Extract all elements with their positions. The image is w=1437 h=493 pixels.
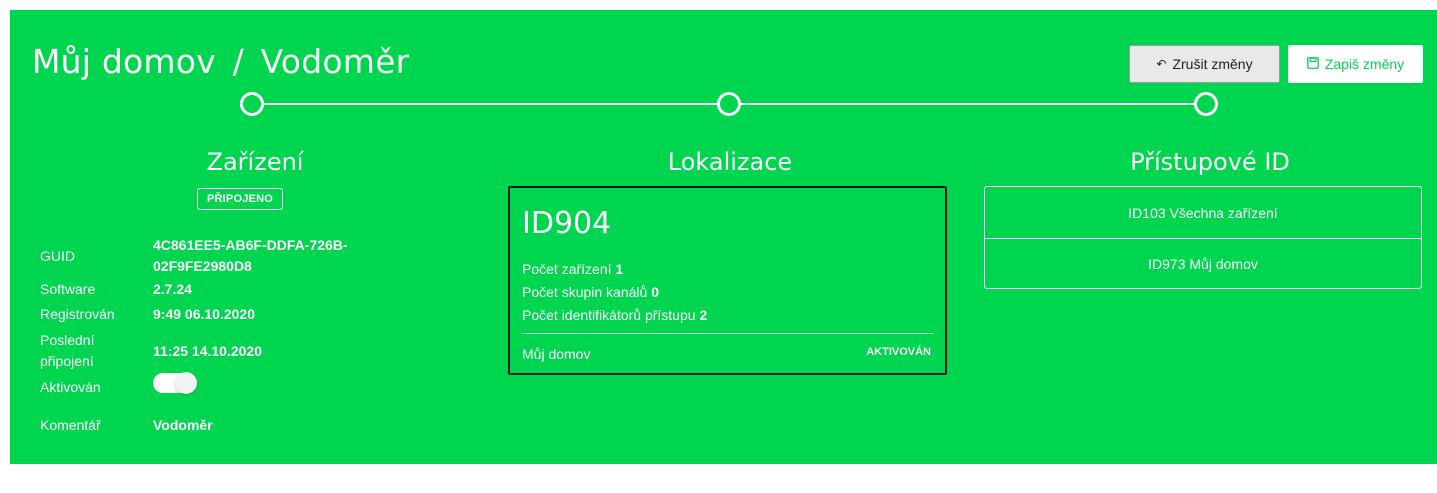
toggle-knob bbox=[175, 371, 197, 394]
step-connector-2 bbox=[741, 103, 1212, 105]
main-panel: Můj domov / Vodoměr ↶ Zrušit změny Zapiš… bbox=[10, 10, 1437, 464]
channel-group-count-label: Počet skupin kanálů bbox=[522, 284, 648, 300]
device-properties: GUID 4C861EE5-AB6F-DDFA-726B-02F9FE2980D… bbox=[40, 235, 393, 445]
comment-label: Komentář bbox=[40, 416, 101, 433]
registered-value: 9:49 06.10.2020 bbox=[153, 306, 255, 322]
step-location-dot[interactable] bbox=[717, 92, 741, 116]
location-title: Lokalizace bbox=[667, 148, 793, 176]
activated-toggle[interactable] bbox=[153, 371, 197, 394]
location-card[interactable]: ID904 Počet zařízení 1 Počet skupin kaná… bbox=[508, 186, 947, 375]
prop-registered: Registrován 9:49 06.10.2020 bbox=[40, 302, 393, 327]
device-count-row: Počet zařízení 1 bbox=[522, 258, 707, 281]
last-connection-label: Poslední připojení bbox=[40, 332, 95, 369]
access-id-title: Přístupové ID bbox=[1130, 148, 1290, 176]
prop-software: Software 2.7.24 bbox=[40, 277, 393, 302]
access-id-count-label: Počet identifikátorů přístupu bbox=[522, 307, 696, 323]
location-name: Můj domov bbox=[522, 346, 591, 362]
floppy-disk-icon bbox=[1306, 56, 1319, 72]
comment-value[interactable]: Vodoměr bbox=[153, 415, 213, 436]
wizard-steps bbox=[240, 91, 1235, 117]
save-changes-label: Zapiš změny bbox=[1324, 56, 1405, 72]
software-value: 2.7.24 bbox=[153, 281, 192, 297]
undo-icon: ↶ bbox=[1156, 57, 1167, 71]
location-id: ID904 bbox=[522, 206, 612, 241]
device-count-label: Počet zařízení bbox=[522, 261, 612, 277]
breadcrumb-current: Vodoměr bbox=[260, 42, 410, 81]
channel-group-count-value: 0 bbox=[651, 284, 659, 300]
access-id-count-value: 2 bbox=[699, 307, 708, 323]
save-changes-button[interactable]: Zapiš změny bbox=[1288, 45, 1423, 83]
action-buttons: ↶ Zrušit změny Zapiš změny bbox=[1129, 45, 1423, 83]
location-status-badge: AKTIVOVÁN bbox=[866, 346, 931, 358]
activated-label: Aktivován bbox=[40, 379, 101, 395]
cancel-changes-button[interactable]: ↶ Zrušit změny bbox=[1129, 45, 1280, 83]
device-title: Zařízení bbox=[206, 148, 304, 176]
access-id-count-row: Počet identifikátorů přístupu 2 bbox=[522, 304, 707, 327]
breadcrumb-home[interactable]: Můj domov bbox=[32, 42, 216, 81]
prop-comment: Komentář Vodoměr bbox=[40, 405, 393, 445]
location-card-divider bbox=[522, 333, 933, 334]
step-connector-1 bbox=[264, 103, 741, 105]
software-label: Software bbox=[40, 281, 96, 297]
access-id-list: ID103 Všechna zařízení ID973 Můj domov bbox=[984, 186, 1422, 289]
access-id-item[interactable]: ID973 Můj domov bbox=[985, 238, 1421, 289]
step-device-dot[interactable] bbox=[240, 92, 264, 116]
last-connection-value: 11:25 14.10.2020 bbox=[153, 342, 262, 359]
guid-value: 4C861EE5-AB6F-DDFA-726B-02F9FE2980D8 bbox=[153, 237, 348, 274]
cancel-changes-label: Zrušit změny bbox=[1172, 56, 1253, 72]
registered-label: Registrován bbox=[40, 306, 115, 322]
device-count-value: 1 bbox=[615, 261, 624, 277]
location-stats: Počet zařízení 1 Počet skupin kanálů 0 P… bbox=[522, 258, 707, 327]
channel-group-count-row: Počet skupin kanálů 0 bbox=[522, 281, 707, 304]
breadcrumb: Můj domov / Vodoměr bbox=[32, 42, 409, 81]
prop-last-connection: Poslední připojení 11:25 14.10.2020 bbox=[40, 327, 393, 375]
connection-status-badge: PŘIPOJENO bbox=[197, 188, 283, 210]
breadcrumb-separator: / bbox=[232, 42, 244, 81]
guid-label: GUID bbox=[40, 247, 75, 264]
access-id-item[interactable]: ID103 Všechna zařízení bbox=[985, 187, 1421, 238]
prop-guid: GUID 4C861EE5-AB6F-DDFA-726B-02F9FE2980D… bbox=[40, 235, 393, 277]
prop-activated: Aktivován bbox=[40, 371, 393, 400]
step-access-id-dot[interactable] bbox=[1194, 92, 1218, 116]
